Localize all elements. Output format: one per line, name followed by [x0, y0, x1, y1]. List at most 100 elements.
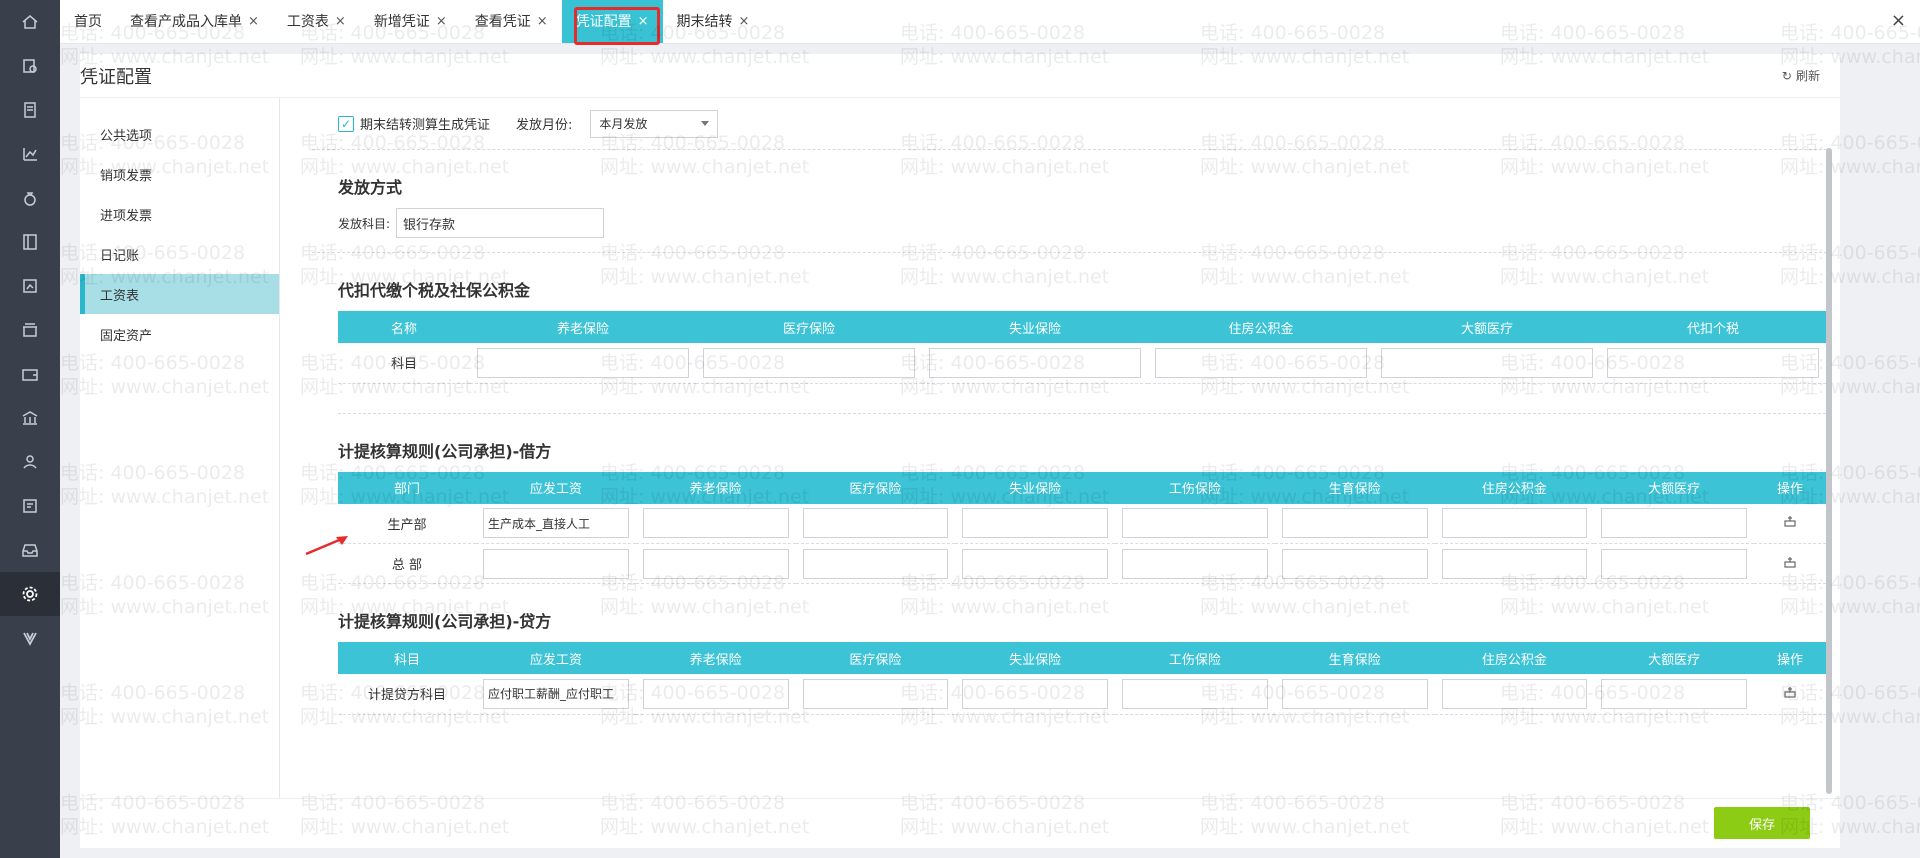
tab-period-close[interactable]: 期末结转 ×	[663, 0, 764, 43]
unemployment-input[interactable]	[929, 347, 1141, 378]
clear-icon[interactable]	[1784, 515, 1796, 527]
refresh-button[interactable]: ↻ 刷新	[1782, 67, 1820, 84]
save-button[interactable]: 保存	[1714, 807, 1810, 839]
inbox-icon[interactable]	[0, 528, 60, 572]
sidenav-item-payroll[interactable]: 工资表	[80, 274, 279, 314]
sidenav-item-sales-invoice[interactable]: 销项发票	[80, 154, 279, 194]
close-icon[interactable]: ×	[335, 14, 346, 29]
settings-icon[interactable]	[0, 572, 60, 616]
pension-input[interactable]	[642, 548, 789, 579]
salary-input[interactable]	[483, 548, 629, 579]
medical-input[interactable]	[802, 678, 949, 709]
major-medical-input[interactable]	[1381, 347, 1593, 378]
tab-home[interactable]: 首页	[60, 0, 116, 43]
table-cell	[795, 543, 956, 584]
col-header: 工伤保险	[1115, 471, 1275, 504]
close-icon[interactable]: ×	[537, 14, 548, 29]
pension-input[interactable]	[642, 678, 789, 709]
search-doc-icon[interactable]	[0, 44, 60, 88]
close-all-icon[interactable]: ×	[1891, 10, 1906, 31]
store-icon[interactable]	[0, 308, 60, 352]
table-header-row: 科目 应发工资 养老保险 医疗保险 失业保险 工伤保险 生育保险 住房公积金 大…	[338, 642, 1826, 674]
sidenav-item-journal[interactable]: 日记账	[80, 234, 279, 274]
hand-coin-icon[interactable]	[0, 440, 60, 484]
pension-input[interactable]	[477, 347, 689, 378]
row-label: 生产部	[338, 503, 476, 544]
medical-input[interactable]	[802, 508, 949, 539]
row-label: 计提贷方科目	[338, 674, 476, 715]
col-header: 操作	[1754, 471, 1826, 504]
tab-view-voucher[interactable]: 查看凭证 ×	[461, 0, 562, 43]
table-row: 计提贷方科目 应付职工薪酬_应付职工	[338, 674, 1826, 715]
col-header: 生育保险	[1274, 471, 1435, 504]
unemployment-input[interactable]	[962, 678, 1108, 709]
major-medical-input[interactable]	[1601, 548, 1747, 579]
chart-icon[interactable]	[0, 132, 60, 176]
table-cell	[470, 343, 696, 384]
housing-fund-input[interactable]	[1155, 347, 1367, 378]
col-header: 大额医疗	[1594, 471, 1754, 504]
voucher-icon[interactable]	[0, 484, 60, 528]
month-select[interactable]: 本月发放	[590, 109, 719, 138]
wallet-icon[interactable]	[0, 352, 60, 396]
close-icon[interactable]: ×	[638, 14, 649, 29]
report-icon[interactable]	[0, 264, 60, 308]
sidenav-item-fixed-assets[interactable]: 固定资产	[80, 314, 279, 354]
table-cell: 生产成本_直接人工	[476, 503, 636, 544]
payment-account-label: 发放科目:	[338, 216, 391, 231]
clear-icon[interactable]	[1784, 686, 1796, 698]
col-header: 大额医疗	[1594, 642, 1754, 674]
housing-fund-input[interactable]	[1441, 508, 1588, 539]
injury-input[interactable]	[1122, 508, 1268, 539]
chevron-down-icon	[701, 121, 710, 126]
table-cell	[1594, 543, 1754, 584]
table-header-row: 名称 养老保险 医疗保险 失业保险 住房公积金 大额医疗 代扣个税	[338, 311, 1826, 343]
sidenav-item-common[interactable]: 公共选项	[80, 114, 279, 154]
maternity-input[interactable]	[1281, 548, 1428, 579]
injury-input[interactable]	[1122, 548, 1268, 579]
tab-finished-goods[interactable]: 查看产成品入库单 ×	[116, 0, 273, 43]
salary-input[interactable]: 应付职工薪酬_应付职工	[483, 678, 629, 709]
bank-icon[interactable]	[0, 396, 60, 440]
salary-input[interactable]: 生产成本_直接人工	[483, 508, 629, 539]
tab-payroll[interactable]: 工资表 ×	[273, 0, 360, 43]
tab-label: 凭证配置	[575, 14, 632, 30]
tab-new-voucher[interactable]: 新增凭证 ×	[360, 0, 461, 43]
invoice-icon[interactable]	[0, 88, 60, 132]
table-cell	[635, 543, 796, 584]
income-tax-input[interactable]	[1607, 347, 1819, 378]
close-icon[interactable]: ×	[248, 14, 259, 29]
vertical-scrollbar[interactable]	[1826, 148, 1832, 794]
major-medical-input[interactable]	[1601, 508, 1747, 539]
money-bag-icon[interactable]	[0, 176, 60, 220]
period-end-checkbox[interactable]: ✓	[338, 115, 354, 132]
col-header: 大额医疗	[1374, 311, 1600, 343]
clear-icon[interactable]	[1784, 556, 1796, 568]
close-icon[interactable]: ×	[436, 14, 447, 29]
period-end-option: ✓ 期末结转测算生成凭证	[338, 114, 490, 133]
injury-input[interactable]	[1122, 678, 1268, 709]
ledger-icon[interactable]	[0, 220, 60, 264]
table-cell	[1274, 543, 1435, 584]
tab-voucher-config[interactable]: 凭证配置 ×	[561, 0, 663, 45]
table-cell	[1374, 343, 1600, 384]
unemployment-input[interactable]	[962, 508, 1108, 539]
unemployment-input[interactable]	[962, 548, 1108, 579]
brand-v-icon[interactable]	[0, 616, 60, 660]
medical-input[interactable]	[802, 548, 949, 579]
close-icon[interactable]: ×	[739, 14, 750, 29]
major-medical-input[interactable]	[1601, 678, 1747, 709]
col-header: 失业保险	[922, 311, 1148, 343]
medical-input[interactable]	[703, 347, 915, 378]
housing-fund-input[interactable]	[1441, 678, 1588, 709]
home-icon[interactable]	[0, 0, 60, 44]
maternity-input[interactable]	[1281, 678, 1428, 709]
maternity-input[interactable]	[1281, 508, 1428, 539]
sidenav-item-purchase-invoice[interactable]: 进项发票	[80, 194, 279, 234]
pension-input[interactable]	[642, 508, 789, 539]
tab-label: 期末结转	[676, 14, 733, 30]
housing-fund-input[interactable]	[1441, 548, 1588, 579]
col-header: 养老保险	[470, 311, 696, 343]
payment-account-input[interactable]: 银行存款	[396, 208, 605, 238]
table-cell	[1434, 503, 1595, 544]
